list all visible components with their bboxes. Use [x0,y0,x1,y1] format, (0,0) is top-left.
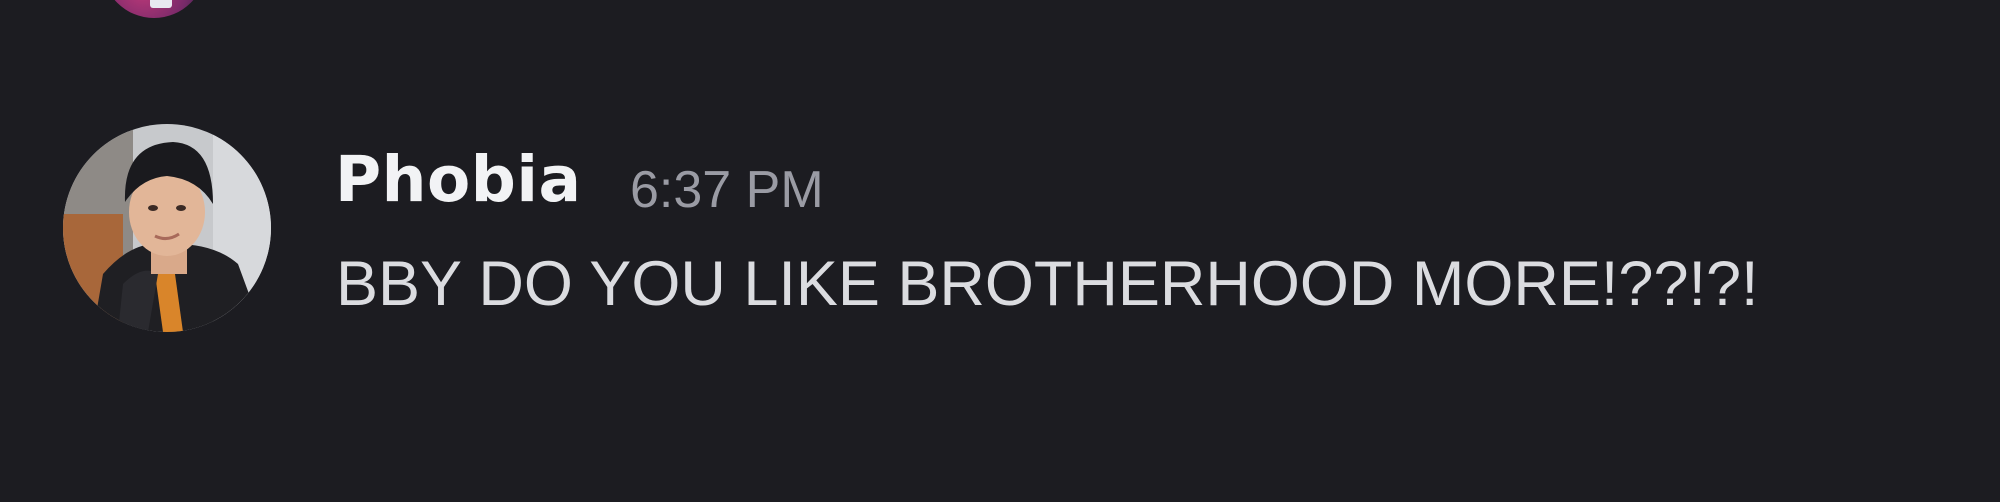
chat-view: Phobia 6:37 PM BBY DO YOU LIKE BROTHERHO… [0,0,2000,502]
avatar[interactable] [63,124,271,332]
message: Phobia 6:37 PM BBY DO YOU LIKE BROTHERHO… [0,0,2000,502]
avatar-photo-icon [63,124,271,332]
message-author[interactable]: Phobia [335,142,582,218]
message-content: BBY DO YOU LIKE BROTHERHOOD MORE!??!?! [336,249,1759,319]
message-timestamp[interactable]: 6:37 PM [630,158,824,222]
